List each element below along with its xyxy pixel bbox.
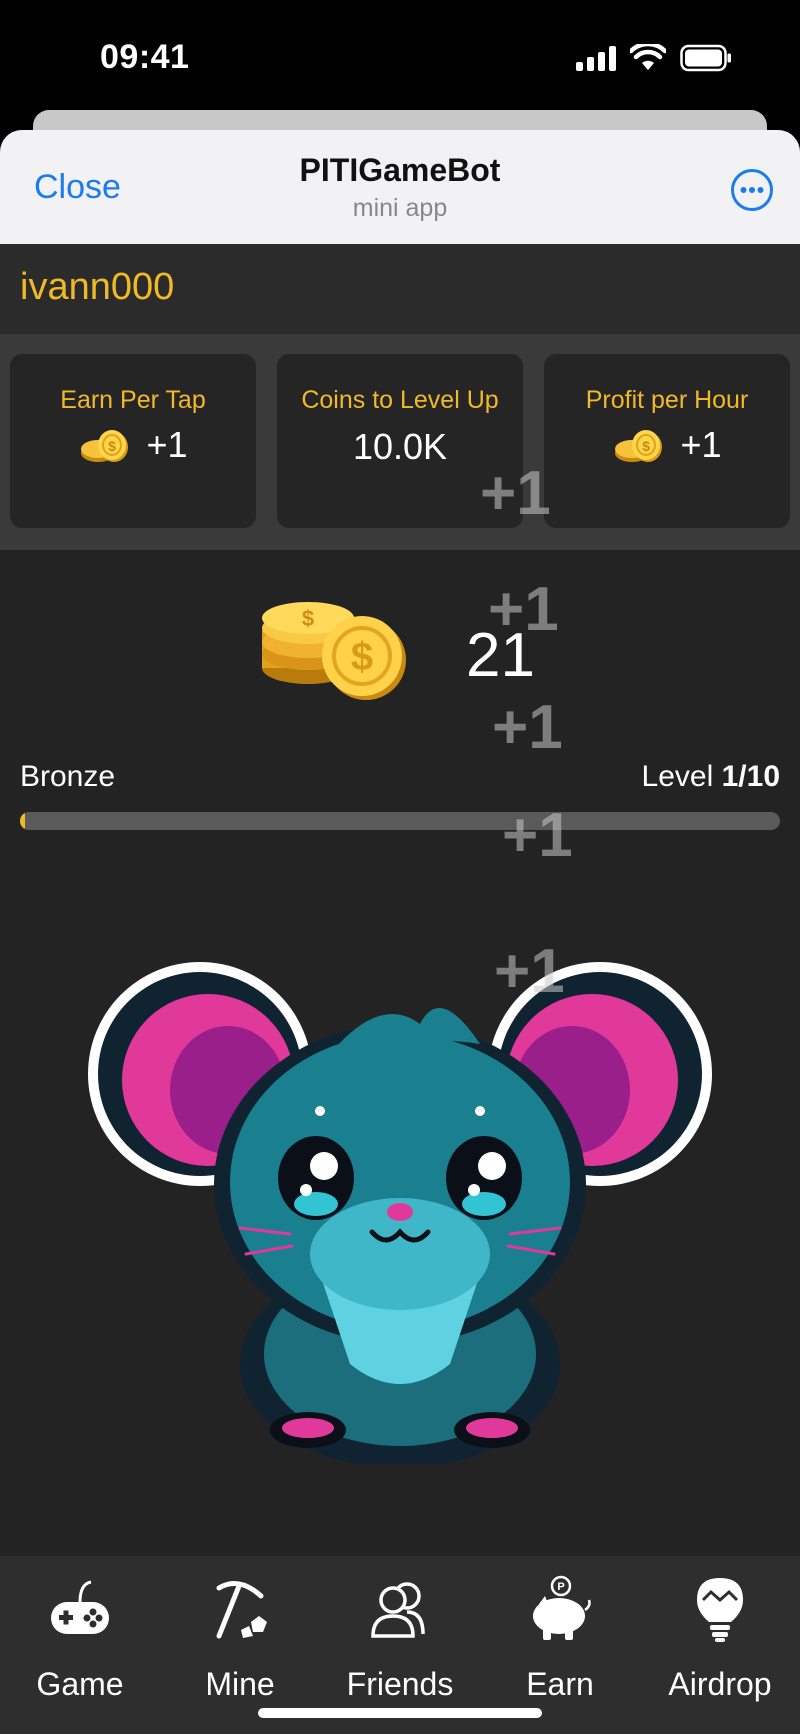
bot-title: PITIGameBot <box>299 152 501 188</box>
balance: $ $ 21 <box>0 594 800 724</box>
gamepad-icon <box>51 1580 109 1634</box>
svg-text:$: $ <box>302 606 314 631</box>
floating-plus-one: +1 <box>480 459 551 528</box>
nav-mine[interactable]: Mine <box>160 1574 320 1724</box>
level-indicator: Level 1/10 <box>642 760 780 794</box>
rank-label: Bronze <box>20 760 116 793</box>
piggy-bank-icon: P <box>533 1575 591 1640</box>
status-time: 09:41 <box>100 38 190 76</box>
nav-game[interactable]: Game <box>0 1574 160 1724</box>
floating-plus-one: +1 <box>494 937 565 1006</box>
coin-icon: $ <box>615 430 663 462</box>
battery-icon <box>680 44 732 72</box>
profit-per-hour-card: Profit per Hour $ +1 <box>544 354 790 528</box>
nav-label: Mine <box>205 1666 275 1702</box>
svg-text:$: $ <box>643 438 651 454</box>
bot-subtitle: mini app <box>352 194 448 222</box>
floating-plus-one: +1 <box>492 693 563 762</box>
home-indicator[interactable] <box>258 1708 542 1718</box>
user-bar: ivann000 <box>0 244 800 334</box>
level-progress-fill <box>20 812 25 830</box>
nav-label: Game <box>36 1666 124 1702</box>
svg-text:P: P <box>557 1581 564 1593</box>
nav-label: Airdrop <box>668 1666 772 1702</box>
coin-icon: $ <box>81 430 129 462</box>
mouse-mascot[interactable] <box>80 934 720 1464</box>
svg-text:$: $ <box>351 635 373 679</box>
level-value: 1/10 <box>721 760 780 793</box>
stat-label: Earn Per Tap <box>60 386 206 414</box>
stat-label: Coins to Level Up <box>301 386 499 414</box>
nav-label: Friends <box>346 1666 454 1702</box>
lightbulb-icon <box>697 1578 743 1642</box>
more-options-icon[interactable] <box>730 168 774 212</box>
stat-label: Profit per Hour <box>585 386 749 414</box>
nav-earn[interactable]: P Earn <box>480 1574 640 1724</box>
username: ivann000 <box>20 266 175 308</box>
profit-per-hour-value: +1 <box>680 424 722 465</box>
stat-value: $ +1 <box>544 424 790 466</box>
nav-label: Earn <box>526 1666 594 1702</box>
floating-plus-one: +1 <box>488 575 559 644</box>
stat-value: $ +1 <box>10 424 256 466</box>
earn-per-tap-card: Earn Per Tap $ +1 <box>10 354 256 528</box>
nav-friends[interactable]: Friends <box>320 1574 480 1724</box>
level-prefix: Level <box>641 760 722 793</box>
earn-per-tap-value: +1 <box>146 424 188 465</box>
game-screen: ivann000 Earn Per Tap $ +1 Coins to Leve… <box>0 244 800 1734</box>
miniapp-header: Close PITIGameBot mini app <box>0 130 800 244</box>
status-icons <box>576 44 732 72</box>
status-bar: 09:41 <box>0 0 800 110</box>
svg-text:$: $ <box>109 438 117 454</box>
floating-plus-one: +1 <box>502 801 573 870</box>
wifi-icon <box>630 44 666 72</box>
pickaxe-icon <box>216 1581 267 1639</box>
coin-stack-icon: $ $ <box>262 602 406 700</box>
signal-icon <box>576 45 616 71</box>
level-progress-bar <box>20 812 780 830</box>
nav-airdrop[interactable]: Airdrop <box>640 1574 800 1724</box>
level-row: Bronze Level 1/10 <box>20 760 780 800</box>
stats-row: Earn Per Tap $ +1 Coins to Level Up 10.0… <box>0 334 800 550</box>
friends-icon <box>371 1582 425 1638</box>
